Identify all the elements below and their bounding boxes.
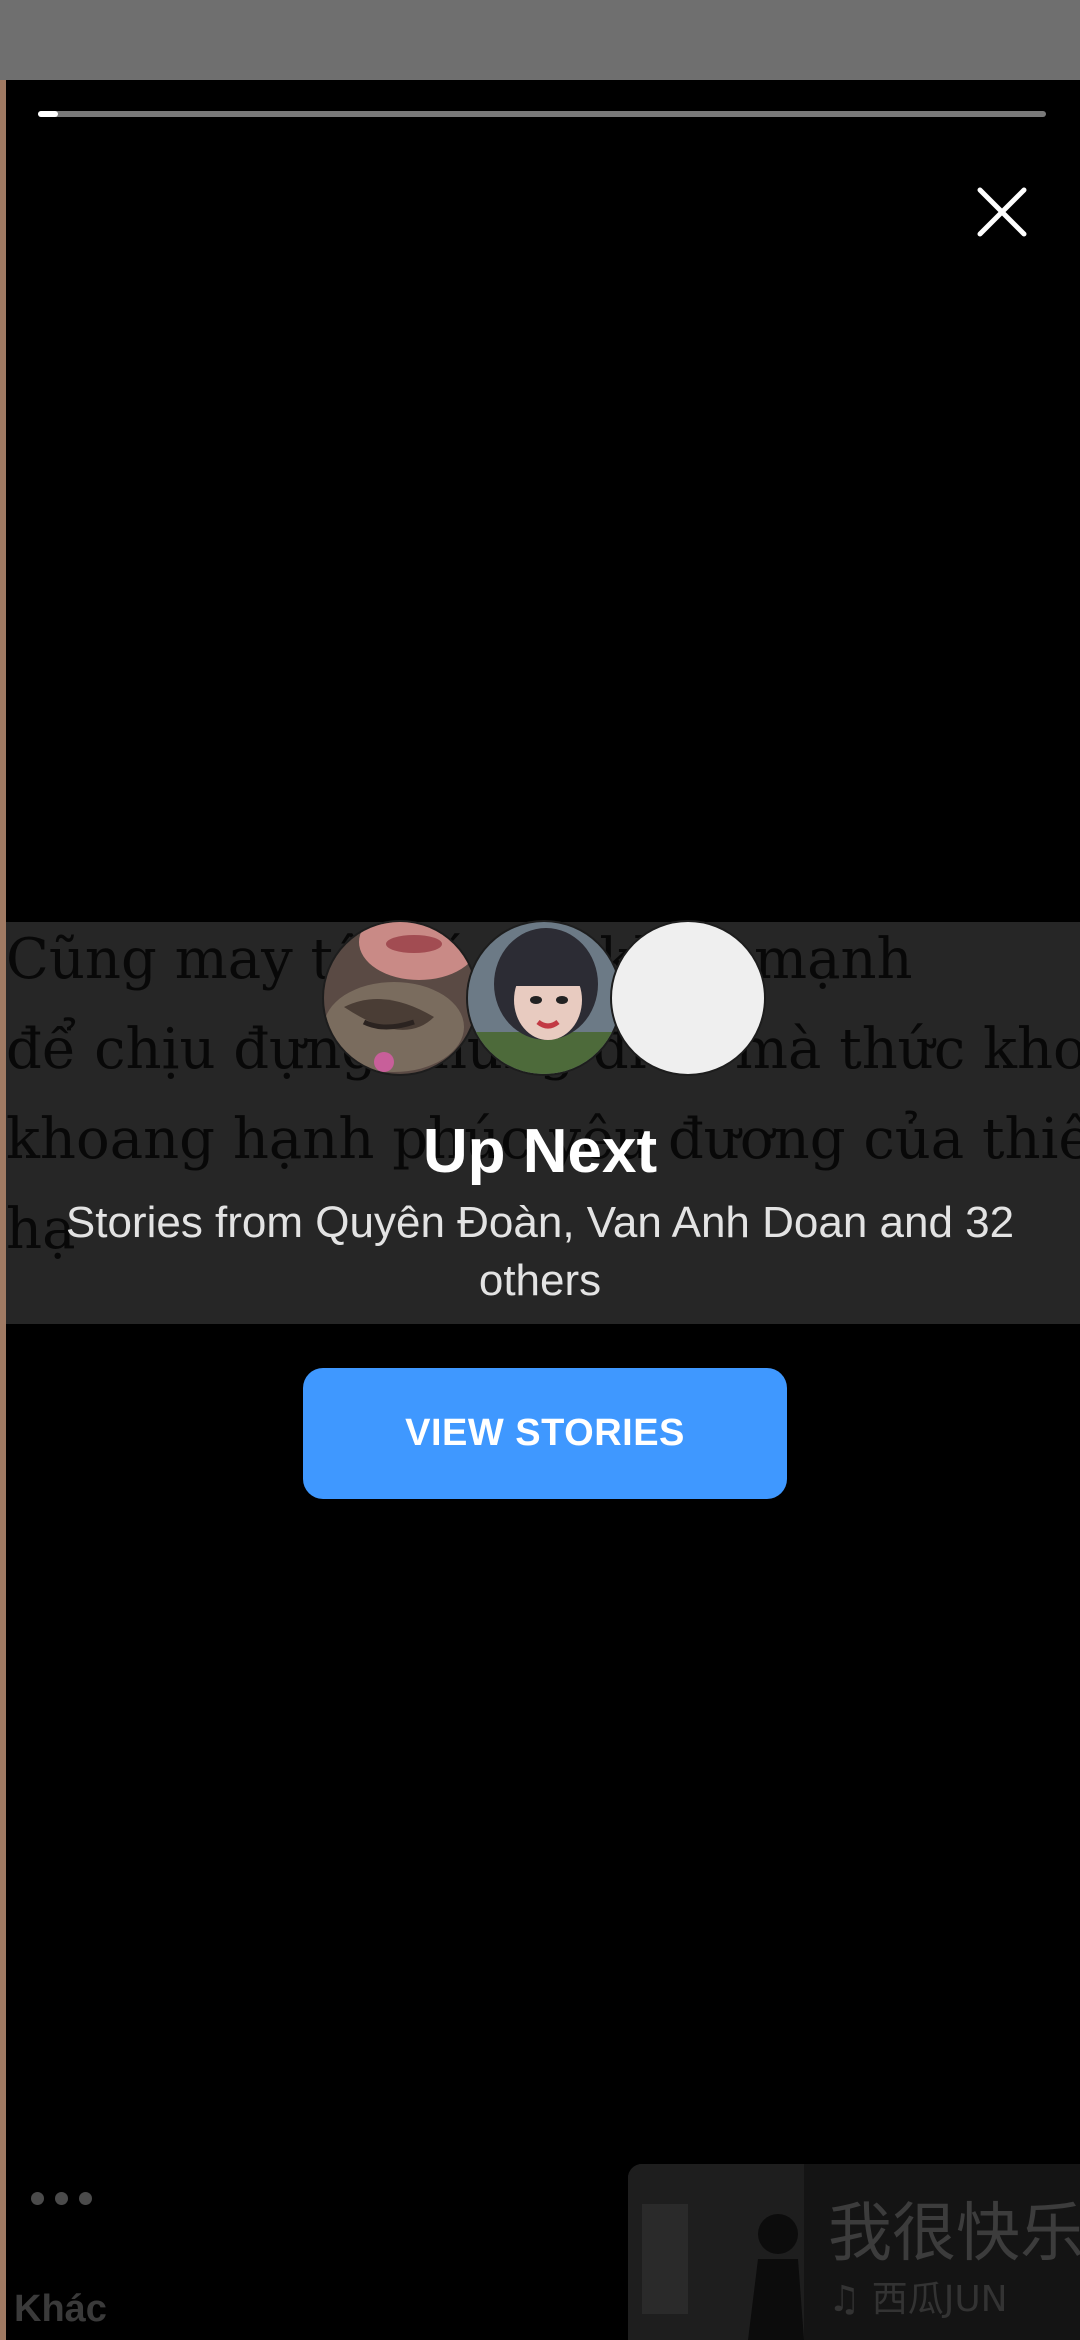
up-next-title: Up Next [422,1117,658,1186]
avatar-photo-girl [468,922,620,1074]
close-icon [977,187,1027,237]
avatar [466,920,622,1076]
close-button[interactable] [970,180,1034,244]
dot [30,2191,44,2205]
avatar-photo-cat [324,922,476,1074]
avatar [322,920,478,1076]
story-progress-fill [38,111,59,117]
status-bar [0,0,1080,80]
music-album-art [628,2164,804,2340]
music-artist: ♫ 西瓜JUN [828,2279,1008,2320]
dot [54,2191,68,2205]
story-progress-bar [38,111,1046,117]
dot [78,2191,92,2205]
more-label: Khác [14,2288,107,2330]
more-dots-icon[interactable] [26,2180,96,2216]
up-next-subtitle: Stories from Quyên Đoàn, Van Anh Doan an… [65,1198,1015,1305]
up-next-avatars [322,920,768,1076]
music-thumbnail [628,2164,804,2340]
view-stories-button[interactable]: VIEW STORIES [303,1368,787,1499]
music-sticker[interactable]: 我很快乐 ♫ 西瓜JUN [628,2164,1080,2340]
music-title: 我很快乐 [828,2197,1080,2271]
avatar-placeholder [610,920,766,1076]
